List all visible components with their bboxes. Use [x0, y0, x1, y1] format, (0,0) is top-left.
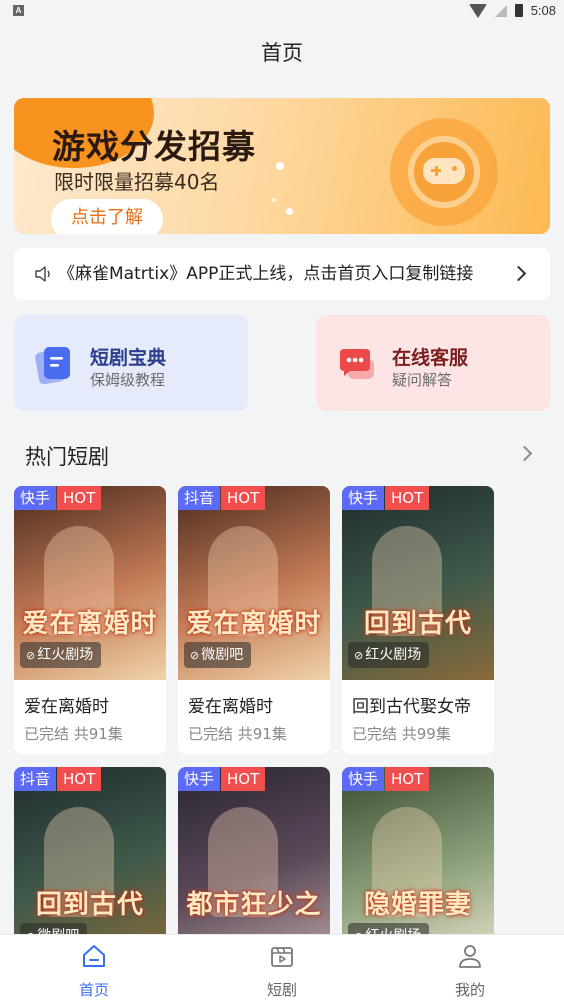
- bottom-nav: 首页 短剧 我的: [0, 934, 564, 1002]
- poster-title: 爱在离婚时: [22, 609, 158, 639]
- drama-title: 爱在离婚时: [188, 697, 273, 717]
- hot-badge: HOT: [221, 486, 266, 510]
- poster-title: 回到古代: [35, 890, 144, 920]
- hot-badge: HOT: [57, 486, 102, 510]
- page-title: 首页: [261, 41, 303, 65]
- film-icon: [271, 947, 293, 967]
- chat-icon: [340, 349, 374, 379]
- status-icons: 5:08: [468, 3, 556, 18]
- recruit-banner[interactable]: 游戏分发招募 限时限量招募40名 点击了解: [14, 98, 550, 234]
- banner-subtitle: 限时限量招募40名: [54, 170, 220, 194]
- drama-card[interactable]: 都市狂少之 快手 HOT: [178, 767, 330, 961]
- learn-more-button[interactable]: 点击了解: [51, 199, 163, 234]
- drama-title: 爱在离婚时: [24, 697, 109, 717]
- card-subtitle: 保姆级教程: [90, 371, 166, 389]
- drama-meta: 已完结 共99集: [352, 725, 451, 743]
- platform-tag: 快手: [14, 486, 57, 510]
- drama-title: 回到古代娶女帝: [352, 697, 471, 717]
- tab-label: 首页: [78, 981, 109, 999]
- notice-bar[interactable]: 《麻雀Matrtix》APP正式上线，点击首页入口复制链接: [14, 248, 550, 300]
- platform-tag: 快手: [178, 767, 221, 791]
- drama-card[interactable]: 爱在离婚时 抖音 HOT ⊘ 微剧吧 爱在离婚时 已完结 共91集: [178, 486, 330, 754]
- user-icon: [459, 945, 481, 968]
- platform-tag: 抖音: [178, 486, 221, 510]
- drama-card[interactable]: 隐婚罪妻快手HOT⊘红火剧场: [342, 767, 494, 961]
- poster-title: 隐婚罪妻: [363, 890, 472, 920]
- drama-poster: 爱在离婚时 快手 HOT ⊘ 红火剧场: [14, 486, 166, 680]
- drama-card[interactable]: 回到古代抖音HOT⊘微剧吧: [14, 767, 166, 961]
- guide-card[interactable]: 短剧宝典 保姆级教程: [14, 315, 248, 411]
- poster-title: 都市狂少之: [186, 890, 322, 920]
- banner-dot: [272, 198, 276, 202]
- source-tag: ⊘红火剧场: [348, 642, 430, 668]
- drama-meta: 已完结 共91集: [188, 725, 287, 743]
- tab-label: 我的: [454, 981, 485, 999]
- card-subtitle: 疑问解答: [392, 371, 453, 389]
- hot-badge: HOT: [221, 767, 266, 791]
- source-label: 微剧吧: [201, 647, 244, 663]
- poster-title: 回到古代: [363, 609, 472, 639]
- support-card[interactable]: 在线客服 疑问解答: [316, 315, 550, 411]
- tab-home[interactable]: 首页: [54, 943, 134, 1000]
- tab-label: 短剧: [266, 981, 297, 999]
- platform-tag: 抖音: [14, 767, 57, 791]
- drama-poster: 回到古代抖音HOT⊘微剧吧: [14, 767, 166, 961]
- card-title: 短剧宝典: [90, 347, 167, 369]
- platform-tag: 快手: [342, 767, 385, 791]
- banner-dot: [286, 208, 293, 215]
- platform-tag: 快手: [342, 486, 385, 510]
- notice-text: 《麻雀Matrtix》APP正式上线，点击首页入口复制链接: [58, 264, 474, 284]
- gamepad-icon: [423, 158, 465, 184]
- chevron-right-icon[interactable]: [510, 265, 527, 282]
- tab-drama[interactable]: 短剧: [242, 943, 322, 1000]
- card-title: 在线客服: [392, 347, 469, 369]
- book-icon: [35, 347, 70, 385]
- hot-badge: HOT: [385, 767, 430, 791]
- page-header: 首页: [0, 24, 564, 82]
- speaker-icon: [35, 266, 50, 282]
- chevron-right-icon[interactable]: [516, 445, 533, 462]
- drama-card[interactable]: 爱在离婚时 快手 HOT ⊘ 红火剧场 爱在离婚时 已完结 共91集: [14, 486, 166, 754]
- poster-title: 爱在离婚时: [186, 609, 322, 639]
- link-icon: ⊘: [354, 649, 364, 662]
- signal-icon: [494, 4, 507, 17]
- drama-poster: 回到古代 快手 HOT ⊘ 红火剧场: [342, 486, 494, 680]
- status-bar: A 5:08: [0, 0, 564, 24]
- section-title: 热门短剧: [25, 445, 109, 469]
- banner-dot: [276, 162, 284, 170]
- battery-icon: [514, 4, 523, 17]
- link-icon: ⊘: [26, 649, 36, 662]
- link-icon: ⊘: [190, 649, 200, 662]
- source-tag: ⊘红火剧场: [20, 642, 102, 668]
- tab-mine[interactable]: 我的: [430, 943, 510, 1000]
- drama-poster: 隐婚罪妻快手HOT⊘红火剧场: [342, 767, 494, 961]
- drama-meta: 已完结 共91集: [24, 725, 123, 743]
- wifi-icon: [468, 3, 487, 18]
- banner-title: 游戏分发招募: [52, 127, 256, 166]
- app-badge: A: [13, 5, 24, 16]
- drama-card[interactable]: 回到古代 快手 HOT ⊘ 红火剧场回到古代娶女帝 已完结 共99集: [342, 486, 494, 754]
- status-time: 5:08: [530, 3, 556, 18]
- drama-poster: 爱在离婚时 抖音 HOT ⊘ 微剧吧: [178, 486, 330, 680]
- drama-poster: 都市狂少之 快手 HOT: [178, 767, 330, 961]
- source-tag: ⊘微剧吧: [184, 642, 252, 668]
- source-label: 红火剧场: [365, 647, 422, 663]
- source-label: 红火剧场: [37, 647, 94, 663]
- hot-badge: HOT: [385, 486, 430, 510]
- hot-badge: HOT: [57, 767, 102, 791]
- home-icon: [83, 945, 105, 967]
